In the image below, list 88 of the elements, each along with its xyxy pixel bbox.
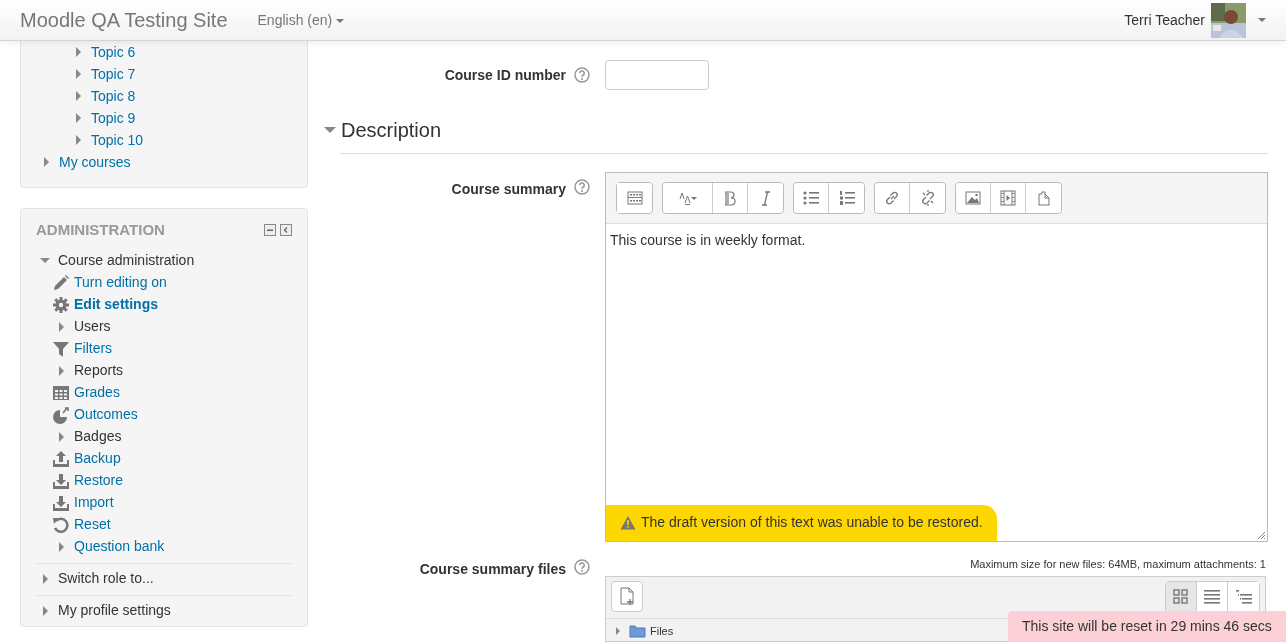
editor-text[interactable]: This course is in weekly format. <box>610 230 1263 251</box>
collapsed-arrow-icon[interactable] <box>58 365 64 376</box>
menu-link[interactable]: Import <box>74 492 114 513</box>
tree-item[interactable]: Badges <box>74 426 122 447</box>
reset-notice: This site will be reset in 29 mins 46 secs <box>1008 611 1286 642</box>
pencil-icon <box>52 273 70 292</box>
filter-icon <box>52 339 70 358</box>
table-icon <box>52 383 70 402</box>
text-field[interactable] <box>605 60 709 90</box>
collapsed-arrow-icon[interactable] <box>75 47 81 57</box>
resize-handle-icon[interactable] <box>1257 531 1266 540</box>
upload-icon <box>52 449 70 468</box>
grid-view-icon <box>1172 588 1190 606</box>
settings-icon <box>52 295 70 314</box>
site-name[interactable]: Moodle QA Testing Site <box>20 5 228 35</box>
warning-icon <box>620 515 636 530</box>
collapsed-arrow-icon[interactable] <box>616 626 620 635</box>
nav-link[interactable]: My courses <box>59 151 131 173</box>
list-view-button[interactable] <box>1197 581 1228 613</box>
font-style-button[interactable] <box>663 183 713 213</box>
menu-link[interactable]: Edit settings <box>74 294 158 315</box>
tree-item[interactable]: Course administration <box>58 250 195 271</box>
download-icon <box>52 493 70 512</box>
numbered-list-icon <box>837 189 856 207</box>
expanded-arrow-icon[interactable] <box>324 127 336 133</box>
help-icon[interactable] <box>574 559 590 575</box>
language-menu[interactable]: English (en) <box>257 9 345 31</box>
video-icon <box>999 189 1017 207</box>
collapsed-arrow-icon[interactable] <box>58 321 64 332</box>
collapsed-arrow-icon[interactable] <box>58 431 64 442</box>
caret-icon[interactable] <box>1258 18 1266 22</box>
section-heading[interactable]: Description <box>341 115 442 145</box>
collapsed-arrow-icon[interactable] <box>75 135 81 145</box>
topic-link[interactable]: Topic 8 <box>91 85 136 107</box>
collapsed-arrow-icon[interactable] <box>42 573 48 584</box>
collapsed-arrow-icon[interactable] <box>75 91 81 101</box>
tree-item[interactable]: My profile settings <box>58 600 171 621</box>
collapsed-arrow-icon[interactable] <box>43 157 49 167</box>
topic-link[interactable]: Topic 9 <box>91 107 136 129</box>
topic-link[interactable]: Topic 10 <box>91 129 144 151</box>
help-icon[interactable] <box>574 67 590 83</box>
menu-link[interactable]: Restore <box>74 470 124 491</box>
topic-link[interactable]: Topic 7 <box>91 63 136 85</box>
minimize-icon[interactable] <box>264 224 276 237</box>
menu-link[interactable]: Backup <box>74 448 121 469</box>
tree-view-button[interactable] <box>1228 581 1259 613</box>
expanded-arrow-icon[interactable] <box>40 258 50 263</box>
field-label: Course summary files <box>419 560 566 579</box>
menu-link[interactable]: Question bank <box>74 536 165 557</box>
download-icon <box>52 471 70 490</box>
add-file-icon <box>618 586 636 606</box>
menu-link[interactable]: Grades <box>74 382 120 403</box>
folder-name[interactable]: Files <box>650 622 674 639</box>
collapsed-arrow-icon[interactable] <box>75 113 81 123</box>
help-icon[interactable] <box>574 179 590 195</box>
file-limits-note: Maximum size for new files: 64MB, maximum attachments: 1 <box>969 557 1266 572</box>
bullet-list-icon <box>802 189 820 207</box>
menu-link[interactable]: Filters <box>74 338 113 359</box>
field-label: Course summary <box>451 180 566 199</box>
list-view-icon <box>1203 588 1221 606</box>
collapsed-arrow-icon[interactable] <box>42 605 48 616</box>
toolbar-toggle-button[interactable] <box>617 183 652 213</box>
collapsed-arrow-icon[interactable] <box>58 541 64 552</box>
dock-icon[interactable] <box>280 224 292 237</box>
block-title: ADMINISTRATION <box>36 220 165 240</box>
tree-view-icon <box>1234 588 1253 606</box>
user-name[interactable]: Terri Teacher <box>1124 9 1205 31</box>
image-button[interactable] <box>956 183 991 213</box>
pie-chart-icon <box>52 405 70 424</box>
collapsed-arrow-icon[interactable] <box>75 69 81 79</box>
topic-link[interactable]: Topic 6 <box>91 41 136 63</box>
link-button[interactable] <box>875 183 910 213</box>
grid-view-button[interactable] <box>1166 581 1197 613</box>
menu-link[interactable]: Outcomes <box>74 404 138 425</box>
tree-item[interactable]: Reports <box>74 360 124 381</box>
toolbar-toggle-icon <box>625 189 644 207</box>
folder-icon <box>629 623 646 638</box>
bullet-list-button[interactable] <box>794 183 829 213</box>
menu-link[interactable]: Reset <box>74 514 111 535</box>
reset-icon <box>52 515 70 534</box>
image-icon <box>964 189 982 207</box>
add-file-button[interactable] <box>611 580 643 612</box>
tree-item[interactable]: Switch role to... <box>58 568 154 589</box>
menu-link[interactable]: Turn editing on <box>74 272 167 293</box>
field-label: Course ID number <box>444 65 566 85</box>
link-icon <box>883 189 901 207</box>
warning-text: The draft version of this text was unable to be restored. <box>641 513 983 532</box>
tree-item[interactable]: Users <box>74 316 111 337</box>
